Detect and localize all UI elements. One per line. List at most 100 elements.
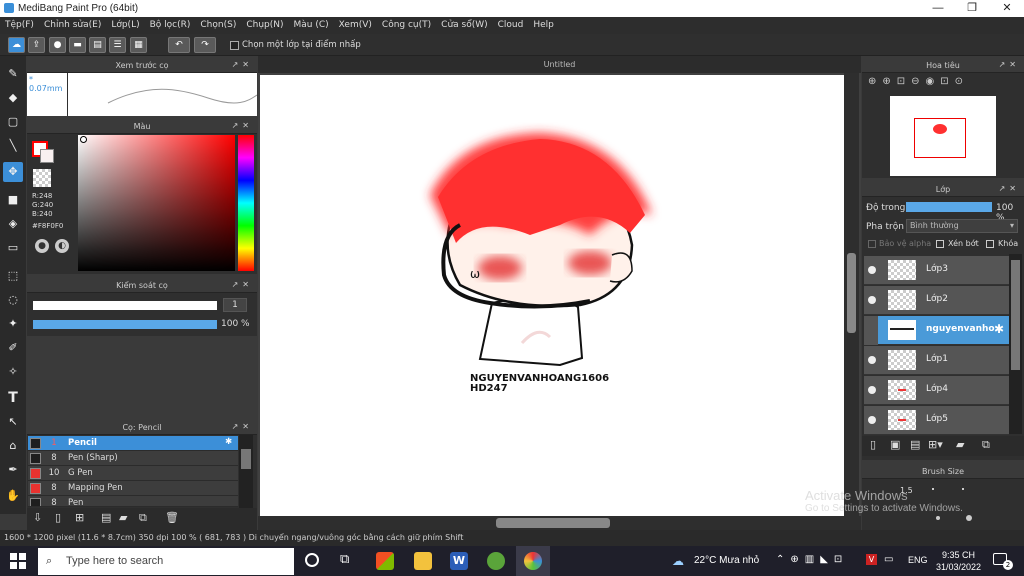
list-icon[interactable]: ☰ [109,37,126,53]
eraser-tool-icon[interactable]: ◆ [3,88,23,108]
duplicate-icon[interactable]: ⧉ [139,511,147,525]
text-tool-icon[interactable]: T [3,388,23,408]
close-button[interactable]: ✕ [990,0,1024,17]
menu-layer[interactable]: Lớp(L) [106,17,144,34]
undo-icon[interactable]: ↶ [168,37,190,53]
visibility-icon[interactable] [868,266,876,274]
vertical-scroll-thumb[interactable] [847,253,856,333]
panel-buttons-icon[interactable]: ↗✕ [232,121,253,130]
export-icon[interactable]: ⇪ [28,37,45,53]
gear-icon[interactable]: ✱ [994,322,1004,336]
add-layer-menu-icon[interactable]: ⊞▾ [928,438,943,451]
size-dot[interactable] [966,515,972,521]
new-halftone-layer-icon[interactable]: ▣ [890,438,900,451]
eyedropper-icon[interactable]: ✒ [3,460,23,480]
drawing-canvas[interactable]: ω NGUYENVANHOANG1606 HD247 [260,75,844,516]
panel-buttons-icon[interactable]: ↗✕ [232,422,253,431]
saturation-value-picker[interactable] [78,135,235,271]
app-icon[interactable] [487,552,505,570]
rect-select-icon[interactable]: ▢ [3,112,23,132]
grid-icon[interactable]: ▦ [130,37,147,53]
menu-select[interactable]: Chọn(S) [195,17,241,34]
layer-row[interactable]: Lớp4 [864,376,1009,405]
store-icon[interactable] [376,552,394,570]
gear-icon[interactable]: ✱ [225,437,232,447]
picker-cursor[interactable] [80,136,87,143]
clipping-checkbox[interactable] [936,240,944,248]
menu-cloud[interactable]: Cloud [493,17,529,34]
panel-buttons-icon[interactable]: ↗✕ [999,60,1020,69]
cloud-download-icon[interactable]: ⇩ [33,511,42,524]
windows-start-icon[interactable] [10,553,26,569]
layer-scrollbar[interactable] [1009,254,1022,434]
magic-wand-icon[interactable]: ✦ [3,314,23,334]
select-pen-icon[interactable]: ✐ [3,338,23,358]
chat-icon[interactable]: ▬ [69,37,86,53]
trash-icon[interactable]: 🗑 [165,511,179,524]
brush-item-mapping-pen[interactable]: 8 Mapping Pen [28,481,238,496]
file-explorer-icon[interactable] [414,552,432,570]
layer-row[interactable]: Lớp3 [864,256,1009,285]
brush-item-pen[interactable]: 8 Pen [28,496,238,507]
brush-item-g-pen[interactable]: 10 G Pen [28,466,238,481]
size-dot[interactable] [936,516,940,520]
horizontal-scrollbar[interactable] [258,516,861,530]
visibility-icon[interactable] [868,356,876,364]
cortana-icon[interactable] [305,553,319,567]
lasso-icon[interactable]: ◌ [3,290,23,310]
maximize-button[interactable]: ❐ [955,0,989,17]
new-layer-icon[interactable]: ▯ [870,438,876,451]
secondary-color-swatch[interactable] [40,149,54,163]
redo-icon[interactable]: ↷ [194,37,216,53]
hand-icon[interactable]: ✋ [3,486,23,506]
menu-color[interactable]: Màu (C) [289,17,334,34]
task-view-icon[interactable]: ⧉ [340,552,349,567]
menu-filter[interactable]: Bộ lọc(R) [145,17,196,34]
minimize-button[interactable]: — [921,0,955,17]
visibility-icon[interactable] [868,416,876,424]
battery-icon[interactable]: ▭ [884,554,893,565]
panel-buttons-icon[interactable]: ↗✕ [232,60,253,69]
antivirus-icon[interactable]: V [866,554,877,565]
size-value[interactable]: 1 [223,298,247,312]
bucket-icon[interactable]: ◈ [3,214,23,234]
menu-edit[interactable]: Chỉnh sửa(E) [39,17,106,34]
taskbar-search[interactable]: ⌕ Type here to search [38,548,294,575]
horizontal-scroll-thumb[interactable] [496,518,610,528]
hue-slider[interactable] [238,135,254,271]
layer-row[interactable]: Lớp1 [864,346,1009,375]
visibility-icon[interactable] [868,296,876,304]
panel-buttons-icon[interactable]: ↗✕ [999,184,1020,193]
add-brush-icon[interactable]: ⊞ [75,511,84,524]
menu-tools[interactable]: Công cụ(T) [377,17,436,34]
panel-buttons-icon[interactable]: ↗✕ [232,280,253,289]
zoom-controls-icon[interactable]: ⊕⊕⊡⊖◉⊡⊙ [864,76,1022,94]
menu-file[interactable]: Tệp(F) [0,17,39,34]
marquee-icon[interactable]: ⬚ [3,266,23,286]
language-indicator[interactable]: ENG [908,555,928,565]
medibang-taskbar-button[interactable] [516,546,550,576]
menu-view[interactable]: Xem(V) [334,17,377,34]
duplicate-icon[interactable]: ⧉ [982,438,990,452]
brush-settings-icon[interactable]: ▤ [101,511,111,524]
select-eraser-icon[interactable]: ✧ [3,362,23,382]
layer-row[interactable]: Lớp5 [864,406,1009,435]
blend-mode-select[interactable]: Bình thường ▾ [906,219,1018,233]
layer-row-selected[interactable]: nguyenvanho ✱ [864,316,1009,345]
brush-item-pen-sharp[interactable]: 8 Pen (Sharp) [28,451,238,466]
protect-alpha-checkbox[interactable] [868,240,876,248]
word-icon[interactable]: W [450,552,468,570]
color-options-icon[interactable]: ◐ [55,239,69,253]
comment-icon[interactable]: ● [49,37,66,53]
size-slider[interactable] [33,301,217,310]
move-tool-icon[interactable]: ✥ [3,162,23,182]
palette-icon[interactable]: ● [35,239,49,253]
layer-opacity-slider[interactable] [906,202,992,212]
cloud-icon[interactable]: ☁ [8,37,25,53]
brush-list-scrollbar[interactable] [239,435,253,509]
select-layer-checkbox[interactable] [230,41,239,50]
brush-item-pencil[interactable]: 1 Pencil ✱ [28,436,238,451]
page-icon[interactable]: ▤ [89,37,106,53]
transparent-swatch[interactable] [33,169,51,187]
weather-icon[interactable]: ☁ [672,554,684,568]
